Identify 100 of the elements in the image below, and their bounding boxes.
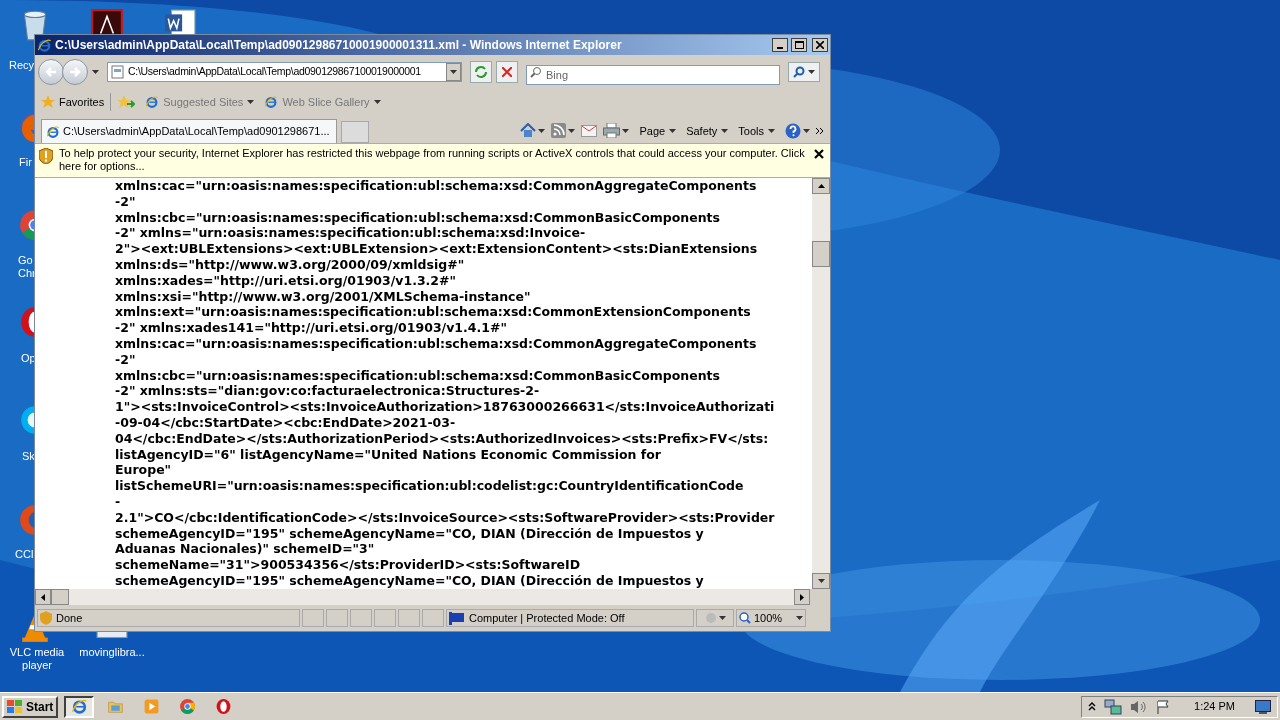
feed-icon[interactable] (551, 123, 567, 139)
ie-logo-icon (145, 95, 160, 109)
ie-logo-icon (37, 37, 52, 53)
desktop-icon-label[interactable]: Recy (9, 59, 35, 72)
add-favorite-icon[interactable] (117, 95, 136, 109)
close-icon[interactable] (814, 149, 824, 159)
close-button[interactable] (812, 38, 828, 52)
back-button[interactable] (38, 59, 64, 85)
caret-icon (718, 616, 726, 620)
vertical-scrollbar[interactable] (812, 178, 830, 589)
zoom-icon (739, 612, 751, 624)
flag-icon[interactable] (1156, 699, 1171, 714)
window-title: C:\Users\admin\AppData\Local\Temp\ad09012986710001900001311.xml - Windows Internet Explorer (55, 37, 623, 54)
caret-icon (247, 100, 255, 104)
command-menu[interactable]: Tools (738, 122, 775, 139)
desktop-icon-label[interactable]: CCl (15, 548, 34, 561)
caret-icon (92, 70, 99, 74)
printer-icon[interactable] (603, 123, 621, 139)
xml-line: schemeName="31">900534356</sts:ProviderID><sts:SoftwareID (115, 557, 581, 573)
caret-icon (669, 128, 677, 133)
favorites-button[interactable]: Favorites (41, 93, 105, 111)
search-icon (530, 66, 542, 78)
taskbar-app-button[interactable] (64, 695, 95, 718)
network-icon[interactable] (1104, 698, 1123, 715)
xml-line: -2" (115, 351, 136, 368)
arrow-up-icon[interactable] (817, 184, 825, 188)
xml-line: -09-04</cbc:StartDate><cbc:EndDate>2021-03- (115, 414, 456, 431)
arrow-left-icon[interactable] (41, 593, 45, 601)
forward-button[interactable] (62, 59, 88, 85)
xml-line: xmlns:cac="urn:oasis:names:specification:ubl:schema:xsd:CommonAggregateComponents (115, 178, 757, 194)
info-bar[interactable]: To help protect your security, Internet Explorer has restricted this webpage from running scripts or ActiveX controls that could access your computer. Click here for options... (35, 143, 830, 178)
show-desktop-icon[interactable] (1255, 699, 1271, 714)
refresh-arrows-icon (474, 65, 488, 79)
ie-logo-icon (264, 95, 279, 109)
refresh-button[interactable] (470, 61, 492, 83)
chevron-up-icon[interactable] (1088, 702, 1097, 711)
ie-logo-icon (70, 698, 88, 715)
caret-icon (803, 128, 810, 133)
zoom-button[interactable]: 100% (736, 609, 806, 627)
caret-icon (817, 579, 825, 583)
minimize-button[interactable] (772, 38, 788, 52)
status-pane (422, 609, 444, 627)
search-field[interactable]: Bing (526, 65, 780, 85)
home-icon[interactable] (520, 123, 537, 139)
browser-tab[interactable]: C:\Users\admin\AppData\Local\Temp\ad0901298671... (41, 119, 337, 143)
xml-line: xmlns:ds="http://www.w3.org/2000/09/xmldsig#" (115, 257, 465, 273)
chevron-icon[interactable] (816, 126, 824, 135)
xml-line: xmlns:cbc="urn:oasis:names:specification:ubl:schema:xsd:CommonBasicComponents (115, 367, 720, 384)
xml-line: -2" xmlns:sts="dian:gov:co:facturaelectronica:Structures-2- (115, 383, 540, 400)
command-menu[interactable]: Page (639, 122, 677, 139)
mail-icon[interactable] (581, 124, 598, 137)
stop-button[interactable] (496, 61, 518, 83)
xml-line: schemeAgencyID="195" schemeAgencyName="CO, DIAN (Dirección de Impuestos y (115, 525, 704, 542)
status-text: Done (37, 609, 300, 627)
xml-line: 2"><ext:UBLExtensions><ext:UBLExtension><ext:ExtensionContent><sts:DianExtensions (115, 241, 758, 257)
clock-time[interactable]: 1:24 PM (1194, 698, 1235, 715)
windows-logo-icon (7, 699, 23, 714)
status-pane (302, 609, 324, 627)
horizontal-scrollbar[interactable] (35, 589, 810, 605)
caret-icon (568, 128, 576, 133)
arrow-right-icon[interactable] (800, 593, 804, 601)
desktop-icon-label[interactable]: player (22, 659, 52, 672)
info-bar-message[interactable]: To help protect your security, Internet Explorer has restricted this webpage from running scripts or ActiveX controls that could access your computer. Click here for options... (59, 147, 808, 173)
star-icon (41, 95, 55, 109)
xml-line: 04</cbc:EndDate></sts:AuthorizationPeriod><sts:AuthorizedInvoices><sts:Prefix>FV</sts: (115, 430, 769, 447)
desktop-icon-label[interactable]: Go (18, 254, 33, 267)
desktop-icon-label[interactable]: movinglibra... (79, 646, 145, 659)
play-icon (142, 698, 160, 715)
scrollbar-thumb[interactable] (812, 240, 830, 267)
xml-line: Aduanas Nacionales)" schemeID="3" (115, 541, 375, 558)
close-icon (816, 41, 824, 49)
xml-line: xmlns:xades="http://uri.etsi.org/01903/v1.3.2#" (115, 272, 457, 289)
status-pane (326, 609, 348, 627)
security-zone[interactable]: Computer | Protected Mode: Off (446, 609, 694, 627)
speaker-icon[interactable] (1130, 699, 1149, 714)
status-pane (398, 609, 420, 627)
command-menu[interactable]: Safety (686, 122, 729, 139)
caret-icon (450, 70, 457, 74)
help-icon[interactable] (785, 122, 801, 139)
ring-icon (214, 698, 232, 715)
address-field[interactable]: C:\Users\admin\AppData\Local\Temp\ad090129867100019000001 (107, 62, 462, 82)
desktop-icon-label[interactable]: Sk (22, 450, 35, 463)
xml-line: - (115, 493, 121, 510)
desktop-icon-label[interactable]: VLC media (9, 646, 65, 659)
popup-blocker-button[interactable] (696, 609, 734, 627)
xml-line: 1"><sts:InvoiceControl><sts:InvoiceAuthorization>18763000266631</sts:InvoiceAuthorizati (115, 399, 775, 415)
status-pane (350, 609, 372, 627)
xml-line: -2" xmlns:xades141="http://uri.etsi.org/01903/v1.4.1#" (115, 320, 507, 336)
desktop-icon-label[interactable]: Fir (19, 156, 32, 169)
shield-warning-icon (39, 148, 53, 164)
caret-icon (808, 70, 815, 74)
start-button[interactable]: Start (2, 695, 59, 718)
maximize-button[interactable] (791, 38, 807, 52)
xml-line: xmlns:cbc="urn:oasis:names:specification:ubl:schema:xsd:CommonBasicComponents (115, 209, 720, 226)
caret-icon (373, 100, 381, 104)
chrome-icon (178, 698, 196, 715)
search-button[interactable] (788, 62, 820, 82)
desktop-icon-label[interactable]: Chr (18, 267, 36, 280)
maximize-icon (794, 41, 804, 49)
xml-line: schemeAgencyID="195" schemeAgencyName="CO, DIAN (Dirección de Impuestos y (115, 572, 704, 589)
